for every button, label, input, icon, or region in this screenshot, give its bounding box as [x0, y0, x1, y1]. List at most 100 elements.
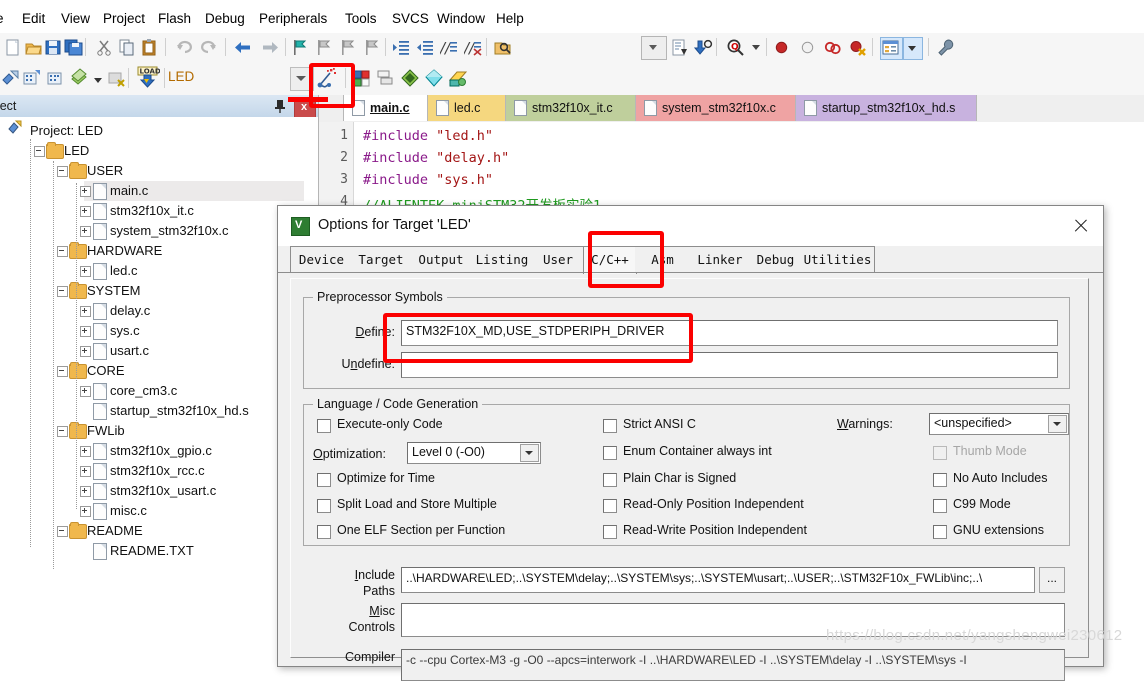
collapse-icon[interactable] [57, 426, 68, 437]
menu-item-edit[interactable]: Edit [22, 12, 45, 26]
checkbox-enum-container[interactable] [603, 446, 617, 460]
dialog-tab-debug[interactable]: Debug [750, 246, 802, 273]
expand-icon[interactable] [80, 346, 91, 357]
uncomment-icon[interactable]: // [464, 38, 483, 57]
paste-icon[interactable] [141, 38, 160, 57]
expand-icon[interactable] [80, 326, 91, 337]
expand-icon[interactable] [80, 466, 91, 477]
expand-icon[interactable] [80, 306, 91, 317]
navigate-back-icon[interactable] [233, 38, 252, 57]
download-icon[interactable] [694, 38, 713, 57]
disable-all-breakpoints-icon[interactable] [823, 38, 842, 57]
dialog-tab-linker[interactable]: Linker [690, 246, 751, 273]
expand-icon[interactable] [80, 486, 91, 497]
download-flash-icon[interactable]: LOAD [136, 66, 160, 90]
checkbox-plain-char-signed[interactable] [603, 473, 617, 487]
undo-icon[interactable] [175, 38, 194, 57]
optimization-select[interactable]: Level 0 (-O0) [407, 442, 541, 464]
expand-icon[interactable] [80, 206, 91, 217]
find-in-files-icon[interactable] [493, 38, 512, 57]
save-all-icon[interactable] [64, 38, 83, 57]
expand-icon[interactable] [80, 226, 91, 237]
collapse-icon[interactable] [34, 146, 45, 157]
new-file-icon[interactable] [4, 38, 23, 57]
insert-breakpoint-icon[interactable] [772, 38, 791, 57]
undefine-input[interactable] [401, 352, 1058, 378]
checkbox-split-load-store[interactable] [317, 499, 331, 513]
redo-icon[interactable] [199, 38, 218, 57]
define-input[interactable]: STM32F10X_MD,USE_STDPERIPH_DRIVER [401, 320, 1058, 346]
translate-icon[interactable] [70, 68, 89, 87]
bookmark-prev-icon[interactable] [314, 38, 333, 57]
dialog-tab-device[interactable]: Device [290, 246, 353, 273]
collapse-icon[interactable] [57, 526, 68, 537]
include-paths-input[interactable]: ..\HARDWARE\LED;..\SYSTEM\delay;..\SYSTE… [401, 567, 1035, 593]
pin-icon[interactable] [272, 98, 288, 114]
menu-item-project[interactable]: Project [103, 12, 145, 26]
checkbox-gnu-extensions[interactable] [933, 525, 947, 539]
checkbox-read-write-position-independent[interactable] [603, 525, 617, 539]
collapse-icon[interactable] [57, 246, 68, 257]
indent-icon[interactable] [392, 38, 411, 57]
checkbox-one-elf-section[interactable] [317, 525, 331, 539]
checkbox-strict-ansi-c[interactable] [603, 419, 617, 433]
dialog-tab-c-c-[interactable]: C/C++ [583, 246, 637, 274]
expand-icon[interactable] [80, 446, 91, 457]
dialog-tab-target[interactable]: Target [351, 246, 412, 273]
save-icon[interactable] [44, 38, 63, 57]
manage-project-items-icon[interactable] [352, 68, 371, 87]
project-window-dropdown-icon[interactable] [903, 37, 923, 60]
cut-icon[interactable] [95, 38, 114, 57]
expand-icon[interactable] [80, 266, 91, 277]
rebuild-icon[interactable] [22, 68, 41, 87]
close-icon[interactable] [1071, 216, 1091, 236]
menu-item-help[interactable]: Help [496, 12, 524, 26]
collapse-icon[interactable] [57, 286, 68, 297]
bookmark-toggle-icon[interactable] [290, 38, 309, 57]
multi-project-icon[interactable] [376, 68, 395, 87]
batch-build-icon[interactable] [46, 68, 65, 87]
target-dropdown-icon[interactable] [290, 67, 314, 91]
menu-item-peripherals[interactable]: Peripherals [259, 12, 327, 26]
editor-tab-main-c[interactable]: main.c [343, 95, 429, 121]
menu-item-e[interactable]: e [0, 12, 4, 26]
build-icon[interactable] [2, 68, 21, 87]
bookmark-next-icon[interactable] [338, 38, 357, 57]
kill-all-breakpoints-icon[interactable] [848, 38, 867, 57]
editor-tab-stm32f10x-it-c[interactable]: stm32f10x_it.c [505, 95, 637, 121]
packs-icon[interactable] [448, 68, 467, 87]
open-file-icon[interactable] [24, 38, 43, 57]
dialog-tab-output[interactable]: Output [411, 246, 472, 273]
bookmark-clear-icon[interactable] [362, 38, 381, 57]
chevron-down-icon[interactable] [1048, 415, 1067, 433]
dialog-tab-listing[interactable]: Listing [471, 246, 534, 273]
editor-tab-startup-stm32f10x-hd-s[interactable]: startup_stm32f10x_hd.s [795, 95, 977, 121]
navigate-forward-icon[interactable] [261, 38, 280, 57]
menu-item-flash[interactable]: Flash [158, 12, 191, 26]
expand-icon[interactable] [80, 186, 91, 197]
toolbar-combo-dropdown[interactable] [641, 36, 667, 60]
checkbox-c99-mode[interactable] [933, 499, 947, 513]
collapse-icon[interactable] [57, 166, 68, 177]
collapse-icon[interactable] [57, 366, 68, 377]
find-icon[interactable]: Q [726, 38, 745, 57]
checkbox-optimize-for-time[interactable] [317, 473, 331, 487]
menu-item-window[interactable]: Window [437, 12, 485, 26]
dialog-tab-utilities[interactable]: Utilities [801, 246, 875, 273]
dialog-tab-asm[interactable]: Asm [635, 246, 691, 273]
copy-icon[interactable] [118, 38, 137, 57]
disable-breakpoint-icon[interactable] [798, 38, 817, 57]
options-for-target-icon[interactable] [316, 67, 338, 89]
chevron-down-icon[interactable] [520, 444, 539, 462]
debug-start-icon[interactable] [400, 68, 419, 87]
stop-build-icon[interactable] [106, 68, 125, 87]
checkbox-no-auto-includes[interactable] [933, 473, 947, 487]
checkbox-read-only-position-independent[interactable] [603, 499, 617, 513]
expand-icon[interactable] [80, 386, 91, 397]
checkbox-execute-only-code[interactable] [317, 419, 331, 433]
compile-icon[interactable] [670, 38, 689, 57]
translate-dropdown-icon[interactable] [92, 74, 104, 88]
project-window-icon[interactable] [880, 37, 903, 60]
configure-icon[interactable] [936, 38, 955, 57]
menu-item-tools[interactable]: Tools [345, 12, 377, 26]
